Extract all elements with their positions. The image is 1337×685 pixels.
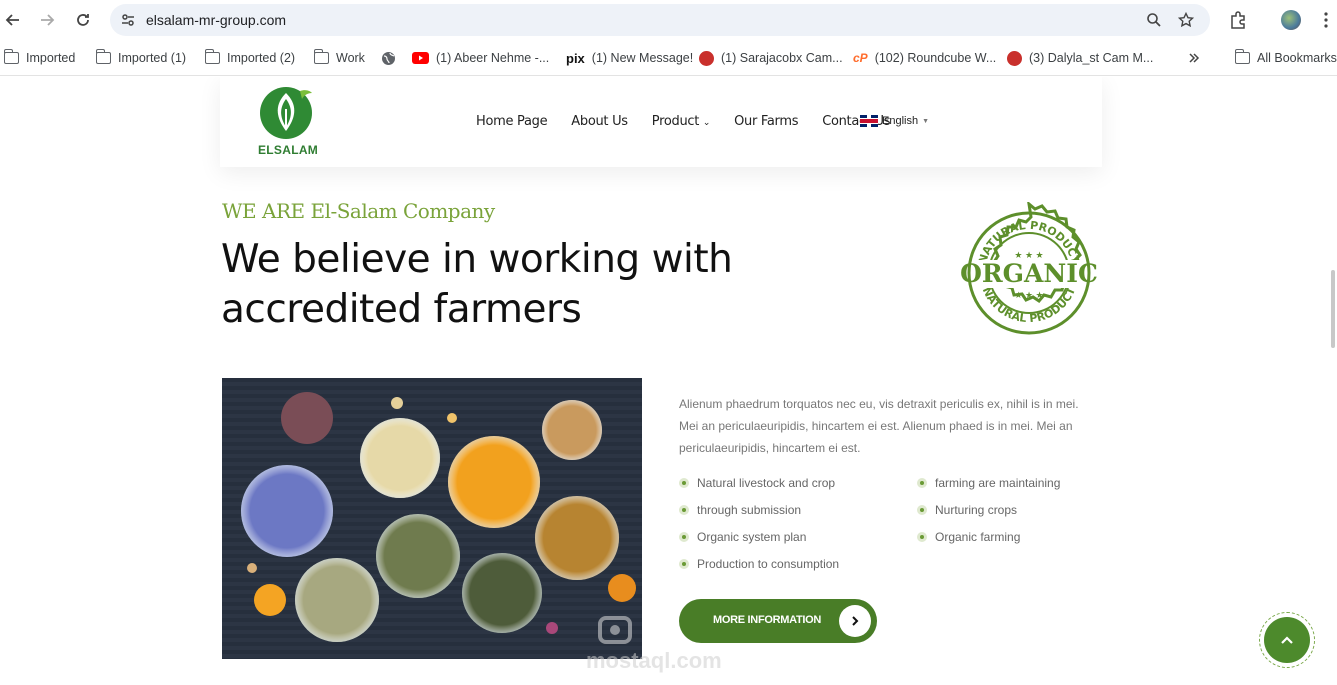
uk-flag-icon	[860, 115, 878, 127]
bullet-icon	[679, 559, 689, 569]
caret-down-icon: ▼	[922, 117, 930, 125]
watermark: mostaql.com	[586, 592, 756, 673]
headline-line-1: We believe in working with	[221, 237, 733, 282]
cpanel-icon: cP	[853, 51, 868, 65]
more-bookmarks-icon[interactable]	[1188, 49, 1200, 67]
watermark-logo-icon	[598, 616, 632, 644]
folder-icon	[95, 49, 111, 64]
bookmark-globe[interactable]	[381, 49, 396, 67]
chevron-down-icon: ⌄	[702, 118, 711, 128]
section-paragraph: Alienum phaedrum torquatos nec eu, vis d…	[679, 397, 1079, 455]
bullet-icon	[679, 478, 689, 488]
folder-icon	[313, 49, 329, 64]
bookmarks-bar: Imported Imported (1) Imported (2) Work …	[0, 40, 1337, 76]
menu-about[interactable]: About Us	[571, 114, 628, 129]
menu-kebab-icon[interactable]	[1316, 10, 1336, 30]
features-list-right: farming are maintaining Nurturing crops …	[917, 474, 1060, 546]
bullet-icon	[917, 505, 927, 515]
bullet-icon	[917, 532, 927, 542]
browser-toolbar: elsalam-mr-group.com	[0, 0, 1337, 40]
chat-icon	[1007, 50, 1022, 66]
bookmark-imported[interactable]: Imported	[3, 49, 75, 67]
main-menu: Home Page About Us Product ⌄ Our Farms C…	[476, 114, 890, 129]
scroll-to-top-button[interactable]	[1259, 612, 1315, 668]
watermark-text: mostaql.com	[586, 648, 722, 673]
bookmark-roundcube[interactable]: cP (102) Roundcube W...	[853, 49, 996, 67]
url-text: elsalam-mr-group.com	[146, 12, 287, 28]
extensions-icon[interactable]	[1228, 10, 1248, 30]
list-item: through submission	[679, 501, 839, 519]
bookmark-work[interactable]: Work	[313, 49, 365, 67]
bullet-icon	[917, 478, 927, 488]
site-settings-icon[interactable]	[120, 12, 136, 28]
section-headline: We believe in working with accredited fa…	[221, 235, 741, 335]
profile-avatar[interactable]	[1281, 10, 1301, 30]
badge-center-text: ORGANIC	[960, 259, 1098, 288]
herbs-photo	[222, 378, 642, 659]
reload-icon[interactable]	[72, 9, 94, 31]
address-bar[interactable]: elsalam-mr-group.com	[110, 4, 1210, 36]
globe-icon	[382, 51, 395, 65]
back-icon[interactable]	[2, 9, 24, 31]
youtube-icon	[412, 52, 429, 64]
bookmark-imported-2[interactable]: Imported (2)	[204, 49, 295, 67]
bullet-icon	[679, 532, 689, 542]
chevron-right-icon	[839, 605, 871, 637]
organic-badge: NATURAL PRODUCT NATURAL PRODUCT ORGANIC …	[960, 202, 1098, 335]
bookmark-dalyla[interactable]: (3) Dalyla_st Cam M...	[1007, 49, 1153, 67]
folder-icon	[204, 49, 220, 64]
page-scrollbar[interactable]	[1331, 270, 1335, 348]
badge-stars-icon: ★ ★ ★	[1014, 250, 1043, 260]
menu-home[interactable]: Home Page	[476, 114, 548, 129]
list-item: Organic system plan	[679, 528, 839, 546]
folder-icon	[1234, 49, 1250, 64]
list-item: farming are maintaining	[917, 474, 1060, 492]
bookmark-youtube[interactable]: (1) Abeer Nehme -...	[412, 49, 549, 67]
bookmark-sarajacobx[interactable]: (1) Sarajacobx Cam...	[699, 49, 843, 67]
list-item: Natural livestock and crop	[679, 474, 839, 492]
pix-icon: pix	[566, 50, 585, 66]
chat-icon	[699, 50, 714, 66]
list-item: Production to consumption	[679, 555, 839, 573]
features-list-left: Natural livestock and crop through submi…	[679, 474, 839, 573]
bookmark-pix[interactable]: pix (1) New Message!	[566, 49, 693, 67]
language-selector[interactable]: English ▼	[860, 115, 929, 127]
chevron-up-icon	[1264, 617, 1310, 663]
section-eyebrow: WE ARE El-Salam Company	[222, 199, 495, 223]
list-item: Nurturing crops	[917, 501, 1060, 519]
zoom-icon[interactable]	[1146, 12, 1162, 28]
headline-line-2: accredited farmers	[221, 287, 582, 332]
forward-icon[interactable]	[36, 9, 58, 31]
menu-farms[interactable]: Our Farms	[734, 114, 798, 129]
logo-text: ELSALAM	[258, 143, 319, 157]
badge-stars-icon: ★ ★ ★	[1014, 290, 1043, 300]
folder-icon	[3, 49, 19, 64]
bullet-icon	[679, 505, 689, 515]
site-header: ELSALAM Home Page About Us Product ⌄ Our…	[220, 77, 1102, 167]
page-viewport: ELSALAM Home Page About Us Product ⌄ Our…	[0, 77, 1337, 685]
list-item: Organic farming	[917, 528, 1060, 546]
menu-product-label: Product	[651, 114, 700, 129]
bookmark-star-icon[interactable]	[1177, 11, 1195, 28]
bookmark-imported-1[interactable]: Imported (1)	[95, 49, 186, 67]
language-label: English	[882, 115, 919, 127]
all-bookmarks[interactable]: All Bookmarks	[1234, 49, 1337, 67]
menu-product[interactable]: Product ⌄	[651, 114, 711, 129]
